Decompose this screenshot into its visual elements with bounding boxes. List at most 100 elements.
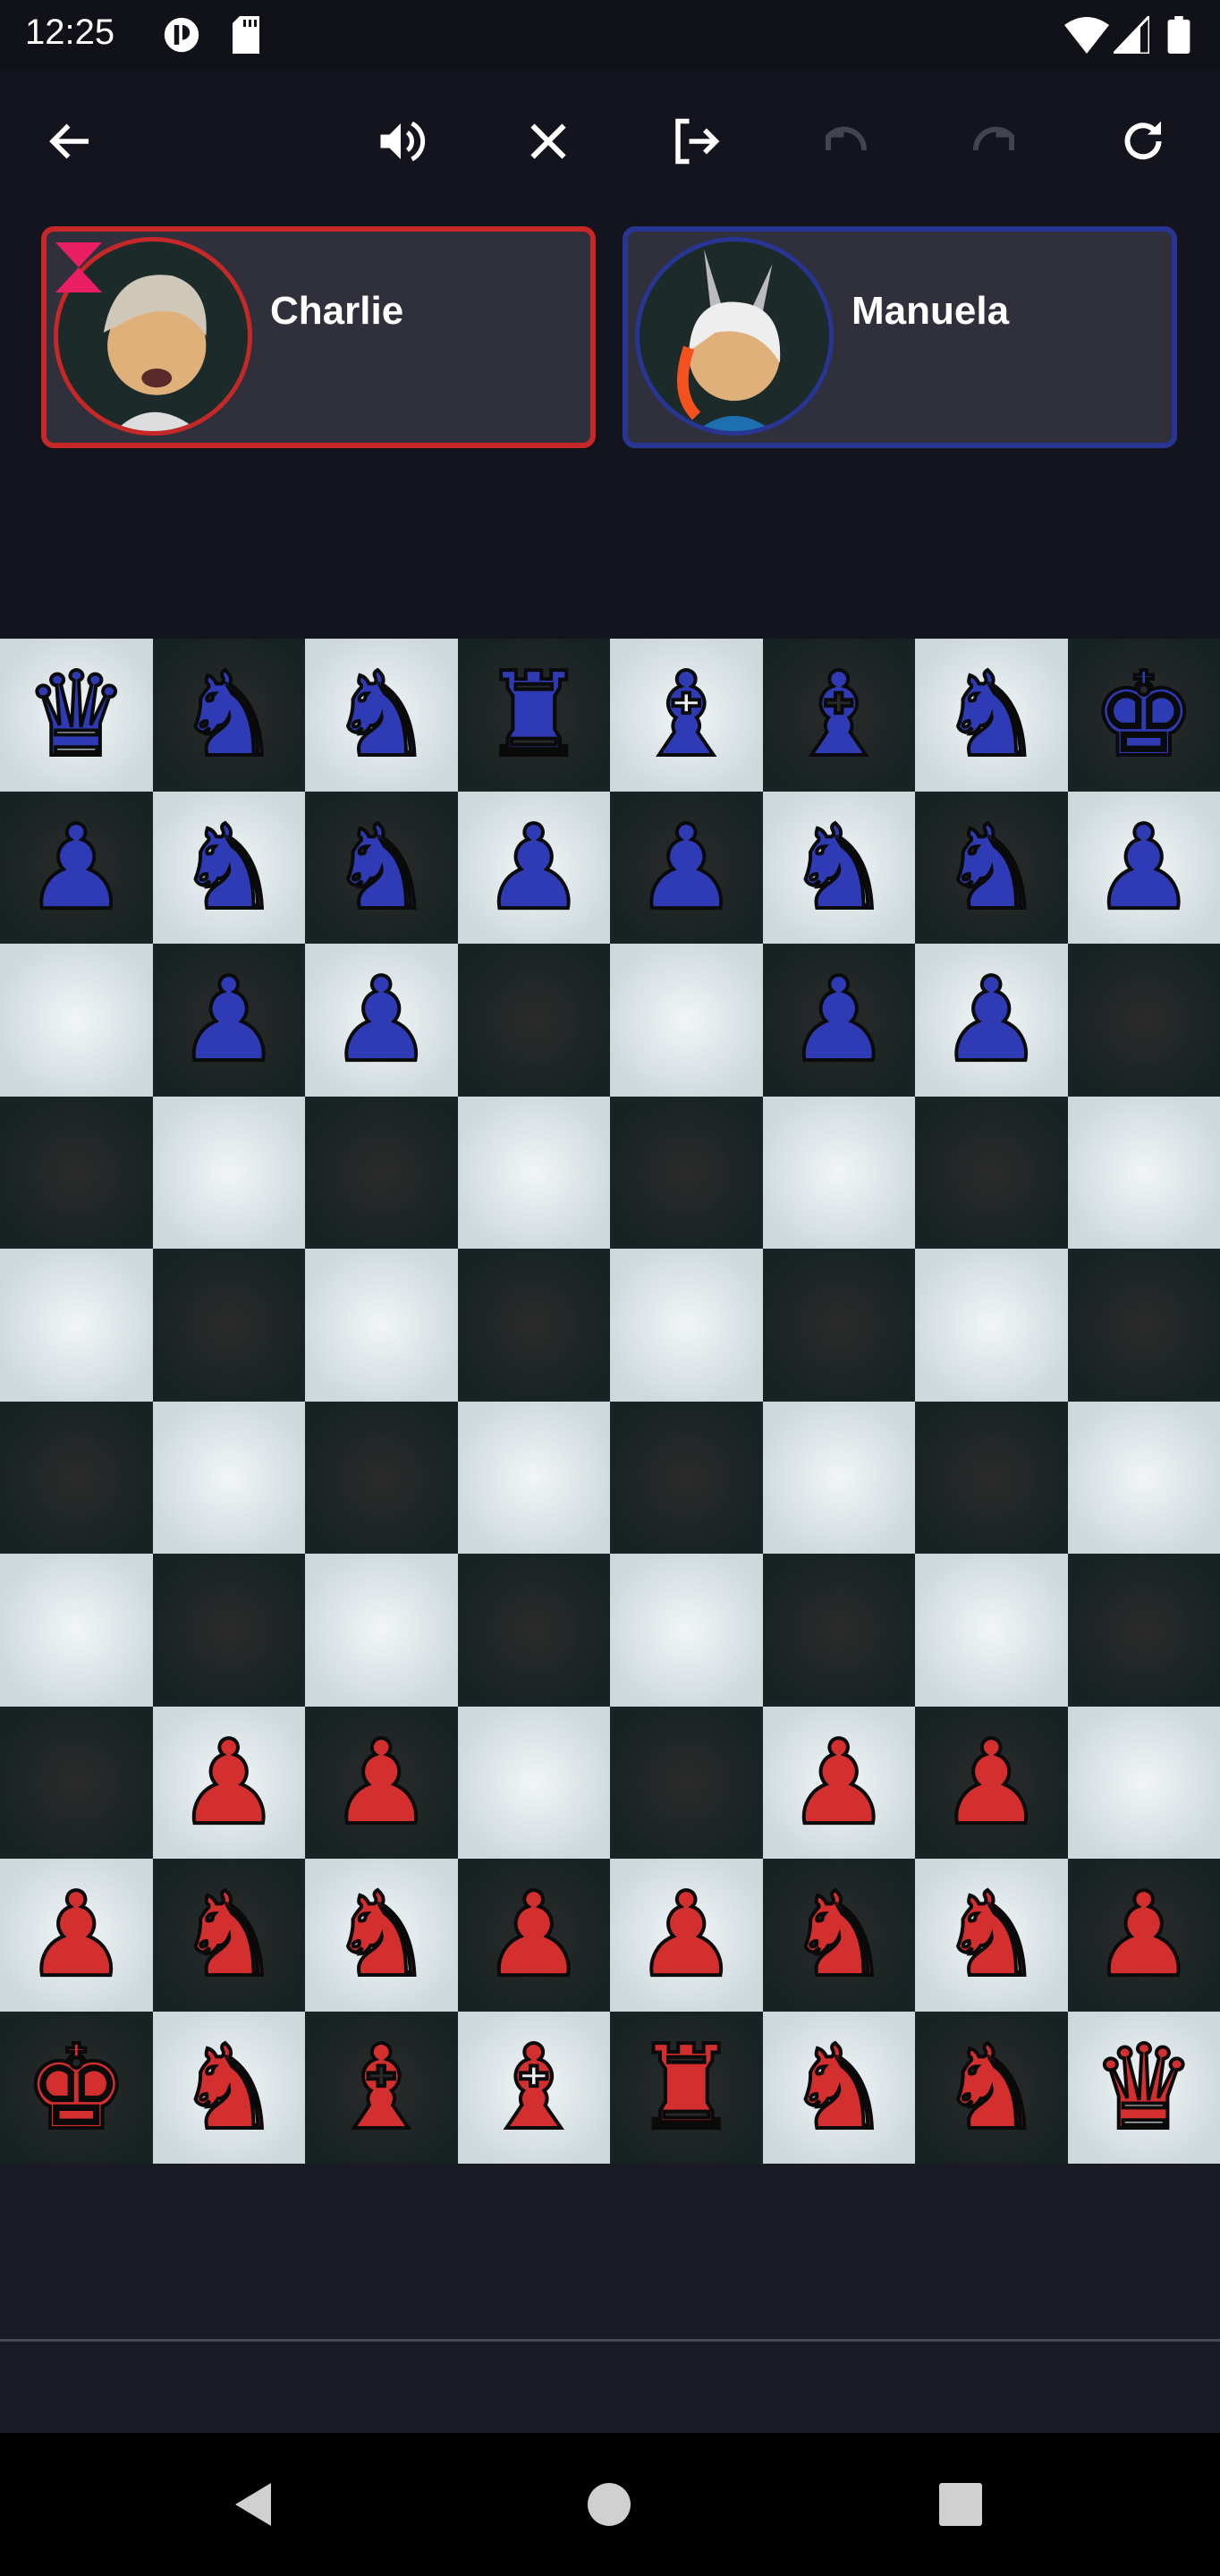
blue-pawn-piece[interactable]: ♟ [174, 960, 283, 1080]
board-square[interactable] [1067, 1249, 1220, 1402]
board-square[interactable] [915, 1401, 1068, 1554]
board-square[interactable]: ♟ [915, 944, 1068, 1097]
board-square[interactable]: ♛ [0, 639, 153, 792]
board-square[interactable] [610, 1554, 763, 1707]
red-pawn-piece[interactable]: ♟ [22, 1875, 131, 1995]
blue-bishop-piece[interactable]: ♝ [784, 655, 893, 775]
board-square[interactable] [0, 1096, 153, 1249]
restart-button[interactable] [1114, 113, 1172, 170]
board-square[interactable]: ♟ [1067, 791, 1220, 944]
red-bishop-piece[interactable]: ♝ [327, 2028, 436, 2148]
board-square[interactable]: ♟ [152, 1706, 305, 1859]
blue-pawn-piece[interactable]: ♟ [937, 960, 1046, 1080]
blue-pawn-piece[interactable]: ♟ [479, 808, 588, 928]
board-square[interactable] [1067, 1096, 1220, 1249]
board-square[interactable] [0, 1706, 153, 1859]
board-square[interactable] [152, 1096, 305, 1249]
red-bishop-piece[interactable]: ♝ [479, 2028, 588, 2148]
red-knight-piece[interactable]: ♞ [174, 2028, 283, 2148]
board-square[interactable] [610, 944, 763, 1097]
board-square[interactable]: ♟ [305, 1706, 458, 1859]
board-square[interactable] [610, 1706, 763, 1859]
board-square[interactable]: ♞ [915, 2011, 1068, 2164]
blue-pawn-piece[interactable]: ♟ [22, 808, 131, 928]
board-square[interactable] [762, 1096, 915, 1249]
board-square[interactable] [1067, 1706, 1220, 1859]
red-pawn-piece[interactable]: ♟ [1089, 1875, 1198, 1995]
board-square[interactable]: ♟ [610, 791, 763, 944]
board-square[interactable]: ♟ [610, 1859, 763, 2012]
board-square[interactable]: ♟ [457, 1859, 610, 2012]
board-square[interactable] [1067, 1554, 1220, 1707]
board-square[interactable] [152, 1401, 305, 1554]
board-square[interactable]: ♟ [152, 944, 305, 1097]
board-square[interactable] [0, 944, 153, 1097]
red-hoplite-piece[interactable]: ♞ [937, 1875, 1046, 1995]
board-square[interactable]: ♞ [152, 639, 305, 792]
board-square[interactable]: ♞ [305, 639, 458, 792]
blue-pawn-piece[interactable]: ♟ [784, 960, 893, 1080]
back-triangle-icon[interactable] [228, 2478, 282, 2531]
home-circle-icon[interactable] [582, 2478, 636, 2531]
blue-hoplite-piece[interactable]: ♞ [174, 808, 283, 928]
blue-queen-piece[interactable]: ♛ [22, 655, 131, 775]
board-square[interactable] [305, 1249, 458, 1402]
board-square[interactable] [305, 1096, 458, 1249]
red-rook-piece[interactable]: ♜ [632, 2028, 741, 2148]
red-hoplite-piece[interactable]: ♞ [327, 1875, 436, 1995]
blue-hoplite-piece[interactable]: ♞ [937, 808, 1046, 928]
board-square[interactable]: ♟ [1067, 1859, 1220, 2012]
blue-bishop-piece[interactable]: ♝ [632, 655, 741, 775]
exit-button[interactable] [667, 113, 724, 170]
red-queen-piece[interactable]: ♛ [1089, 2028, 1198, 2148]
board-square[interactable] [457, 1096, 610, 1249]
board-square[interactable] [610, 1096, 763, 1249]
board-square[interactable]: ♟ [457, 791, 610, 944]
board-square[interactable] [457, 944, 610, 1097]
blue-pawn-piece[interactable]: ♟ [632, 808, 741, 928]
blue-rook-piece[interactable]: ♜ [479, 655, 588, 775]
board-square[interactable]: ♞ [915, 791, 1068, 944]
board-square[interactable] [915, 1554, 1068, 1707]
board-square[interactable]: ♟ [0, 1859, 153, 2012]
board-square[interactable] [0, 1554, 153, 1707]
board-square[interactable] [762, 1249, 915, 1402]
red-pawn-piece[interactable]: ♟ [632, 1875, 741, 1995]
board-square[interactable]: ♝ [305, 2011, 458, 2164]
board-square[interactable] [152, 1249, 305, 1402]
board-square[interactable] [152, 1554, 305, 1707]
board-square[interactable] [457, 1554, 610, 1707]
board-square[interactable]: ♞ [915, 639, 1068, 792]
board-square[interactable]: ♞ [762, 1859, 915, 2012]
board-square[interactable]: ♜ [610, 2011, 763, 2164]
board-square[interactable]: ♟ [915, 1706, 1068, 1859]
board-square[interactable] [762, 1401, 915, 1554]
board-square[interactable] [1067, 1401, 1220, 1554]
board-square[interactable]: ♟ [762, 1706, 915, 1859]
blue-fox-piece[interactable]: ♞ [327, 655, 436, 775]
red-hoplite-piece[interactable]: ♞ [174, 1875, 283, 1995]
board-square[interactable]: ♞ [152, 2011, 305, 2164]
red-wolf-piece[interactable]: ♞ [937, 2028, 1046, 2148]
board-square[interactable] [305, 1401, 458, 1554]
undo-button[interactable] [818, 113, 875, 170]
board-square[interactable] [1067, 944, 1220, 1097]
board-square[interactable]: ♞ [762, 791, 915, 944]
red-pawn-piece[interactable]: ♟ [479, 1875, 588, 1995]
board-square[interactable]: ♚ [0, 2011, 153, 2164]
red-pawn-piece[interactable]: ♟ [937, 1723, 1046, 1843]
red-hoplite-piece[interactable]: ♞ [784, 1875, 893, 1995]
blue-wolf-piece[interactable]: ♞ [174, 655, 283, 775]
board-square[interactable] [762, 1554, 915, 1707]
blue-pawn-piece[interactable]: ♟ [1089, 808, 1198, 928]
red-fox-piece[interactable]: ♞ [784, 2028, 893, 2148]
board-square[interactable]: ♟ [305, 944, 458, 1097]
sound-button[interactable] [372, 113, 429, 170]
board-square[interactable]: ♞ [305, 1859, 458, 2012]
blue-knight-piece[interactable]: ♞ [937, 655, 1046, 775]
board-square[interactable]: ♟ [762, 944, 915, 1097]
blue-hoplite-piece[interactable]: ♞ [327, 808, 436, 928]
board-square[interactable]: ♞ [762, 2011, 915, 2164]
blue-hoplite-piece[interactable]: ♞ [784, 808, 893, 928]
board-square[interactable] [457, 1706, 610, 1859]
